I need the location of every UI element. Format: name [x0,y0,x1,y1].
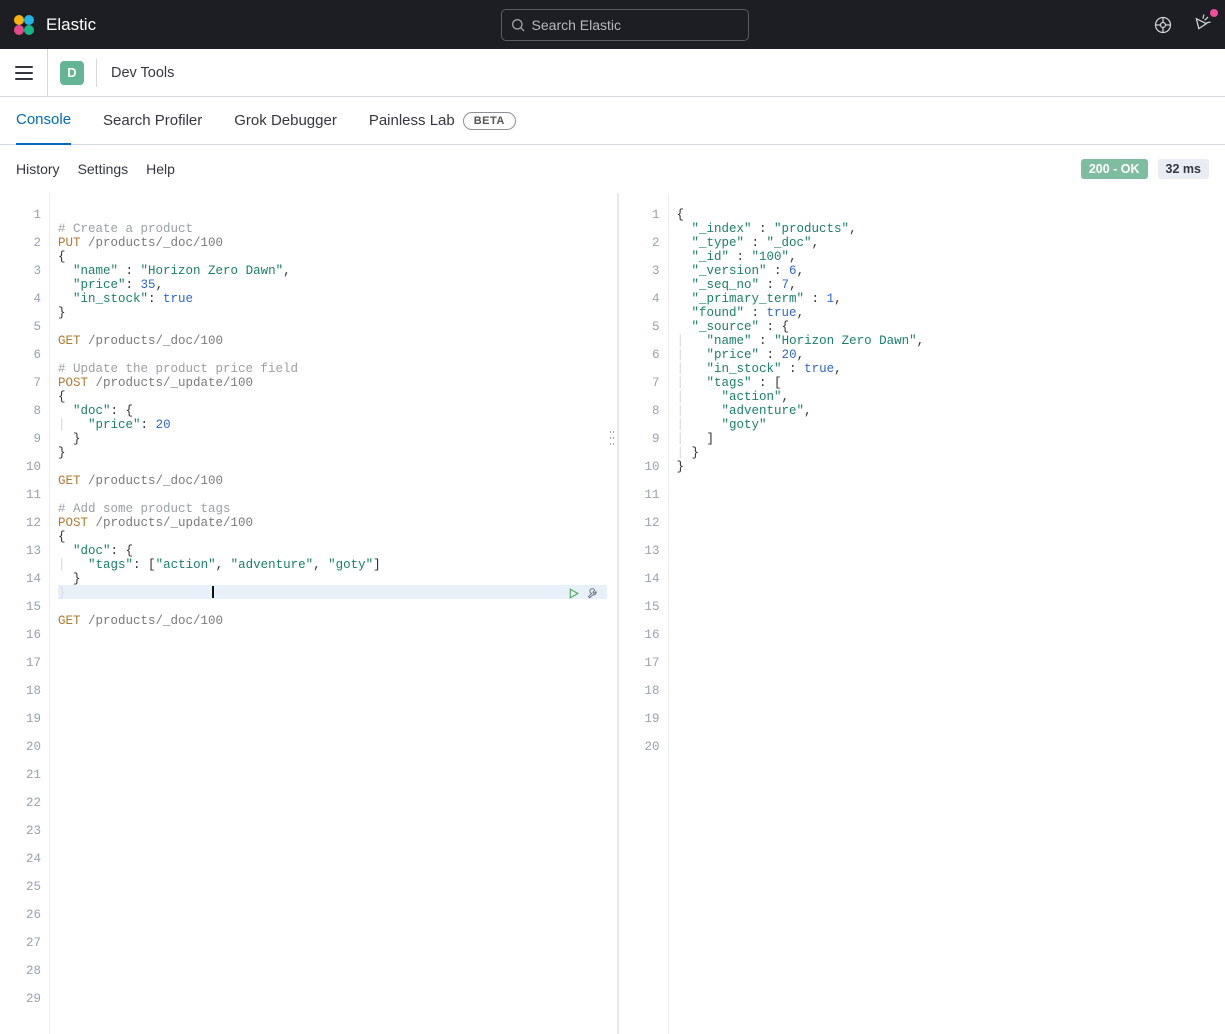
nav-toggle-button[interactable] [0,49,48,97]
tab-grok-debugger[interactable]: Grok Debugger [234,97,337,145]
response-gutter: 1 2 3 4 5 6 7 8 9 10 11 12 13 14 15 16 1… [619,193,669,1034]
console-toolbar: History Settings Help 200 - OK 32 ms [0,145,1225,193]
elastic-logo-icon [12,13,36,37]
space-selector-button[interactable]: D [60,61,84,85]
search-placeholder: Search Elastic [532,17,621,33]
app-header: Elastic Search Elastic [0,0,1225,49]
status-badge: 200 - OK [1081,159,1148,179]
response-time-badge: 32 ms [1158,159,1209,179]
pane-splitter[interactable] [607,193,617,1034]
text-cursor [212,586,214,598]
beta-badge: BETA [463,112,516,130]
global-search-input[interactable]: Search Elastic [501,9,749,41]
splitter-handle-icon [610,431,614,445]
history-button[interactable]: History [16,161,60,177]
devtools-tabs: Console Search Profiler Grok Debugger Pa… [0,97,1225,145]
request-code[interactable]: # Create a product PUT /products/_doc/10… [50,193,607,1034]
notification-dot-icon [1210,9,1218,17]
brand-name: Elastic [46,15,96,35]
settings-button[interactable]: Settings [78,161,129,177]
news-feed-button[interactable] [1193,12,1213,37]
line-actions [567,586,601,601]
tab-console[interactable]: Console [16,97,71,145]
tab-painless-lab[interactable]: Painless Lab BETA [369,97,516,145]
request-options-icon[interactable] [586,586,601,601]
tab-painless-lab-label: Painless Lab [369,112,455,129]
brand-group[interactable]: Elastic [12,13,96,37]
breadcrumb-devtools[interactable]: Dev Tools [97,65,188,81]
search-icon [510,17,526,33]
console-editor-area: 1 2 3 4 5 6 7 8 9 10 11 12 13 14 15 16 1… [0,193,1225,1034]
active-line-highlight [58,585,607,599]
hamburger-icon [15,66,33,80]
help-button[interactable]: Help [146,161,175,177]
sub-header: D Dev Tools [0,49,1225,97]
response-viewer[interactable]: 1 2 3 4 5 6 7 8 9 10 11 12 13 14 15 16 1… [617,193,1225,1034]
tab-search-profiler[interactable]: Search Profiler [103,97,202,145]
run-request-icon[interactable] [567,587,580,600]
help-icon[interactable] [1153,15,1173,35]
request-gutter: 1 2 3 4 5 6 7 8 9 10 11 12 13 14 15 16 1… [0,193,50,1034]
response-code: { "_index" : "products", "_type" : "_doc… [669,193,1225,1034]
request-editor[interactable]: 1 2 3 4 5 6 7 8 9 10 11 12 13 14 15 16 1… [0,193,607,1034]
